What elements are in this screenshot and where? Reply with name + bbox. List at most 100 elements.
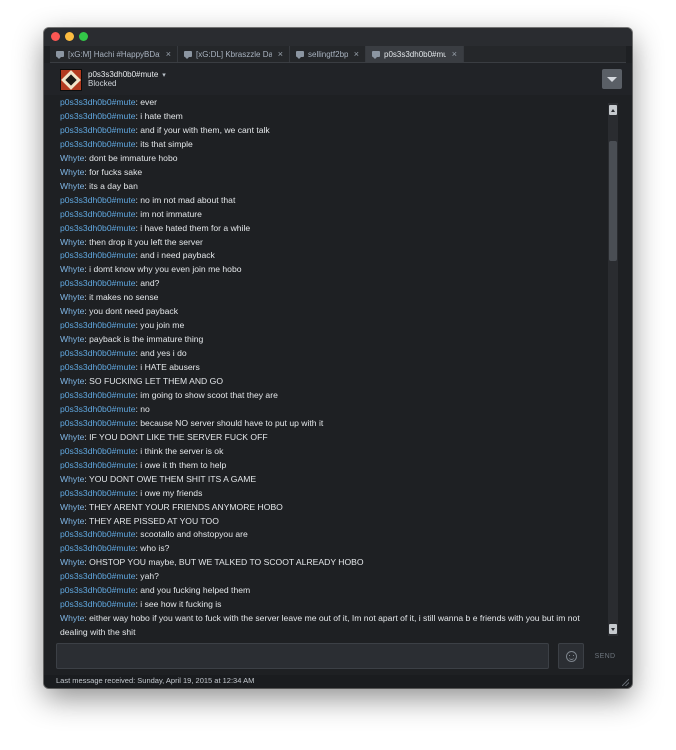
close-tab-icon[interactable]: × xyxy=(354,49,359,59)
message-sender[interactable]: Whyte xyxy=(60,264,84,274)
chat-message: p0s3s3dh0b0#mute: and you fucking helped… xyxy=(60,583,608,597)
chat-message: p0s3s3dh0b0#mute: i HATE abusers xyxy=(60,360,608,374)
chat-message: Whyte: THEY ARENT YOUR FRIENDS ANYMORE H… xyxy=(60,500,608,514)
message-sender[interactable]: p0s3s3dh0b0#mute xyxy=(60,390,136,400)
chat-message: Whyte: THEY ARE PISSED AT YOU TOO xyxy=(60,514,608,528)
emoticon-button[interactable] xyxy=(558,643,584,669)
tab-0[interactable]: [xG:M] Hachi #HappyBDay... × xyxy=(50,46,178,62)
message-sender[interactable]: p0s3s3dh0b0#mute xyxy=(60,250,136,260)
tab-label: [xG:M] Hachi #HappyBDay... xyxy=(68,49,160,59)
maximize-window-button[interactable] xyxy=(79,32,88,41)
message-sender[interactable]: p0s3s3dh0b0#mute xyxy=(60,195,136,205)
message-sender[interactable]: p0s3s3dh0b0#mute xyxy=(60,209,136,219)
message-sender[interactable]: Whyte xyxy=(60,474,84,484)
last-message-timestamp: Last message received: Sunday, April 19,… xyxy=(56,676,255,685)
chat-message: p0s3s3dh0b0#mute: and? xyxy=(60,276,608,290)
message-sender[interactable]: p0s3s3dh0b0#mute xyxy=(60,571,136,581)
message-sender[interactable]: Whyte xyxy=(60,237,84,247)
chat-message: Whyte: IF YOU DONT LIKE THE SERVER FUCK … xyxy=(60,430,608,444)
message-sender[interactable]: Whyte xyxy=(60,502,84,512)
message-sender[interactable]: p0s3s3dh0b0#mute xyxy=(60,320,136,330)
message-sender[interactable]: p0s3s3dh0b0#mute xyxy=(60,418,136,428)
tab-label: p0s3s3dh0b0#mute xyxy=(384,49,446,59)
message-text: IF YOU DONT LIKE THE SERVER FUCK OFF xyxy=(89,431,268,442)
chat-message: p0s3s3dh0b0#mute: im going to show scoot… xyxy=(60,388,608,402)
close-window-button[interactable] xyxy=(51,32,60,41)
message-sender[interactable]: Whyte xyxy=(60,334,84,344)
message-text: you dont need payback xyxy=(89,306,179,317)
scroll-up-button[interactable] xyxy=(609,105,617,115)
message-sender[interactable]: p0s3s3dh0b0#mute xyxy=(60,111,136,121)
message-sender[interactable]: p0s3s3dh0b0#mute xyxy=(60,223,136,233)
minimize-window-button[interactable] xyxy=(65,32,74,41)
chat-message: p0s3s3dh0b0#mute: because NO server shou… xyxy=(60,416,608,430)
tab-2[interactable]: sellingtf2bp × xyxy=(290,46,366,62)
avatar[interactable] xyxy=(60,69,82,91)
chat-message: p0s3s3dh0b0#mute: i see how it fucking i… xyxy=(60,597,608,611)
message-sender[interactable]: p0s3s3dh0b0#mute xyxy=(60,599,136,609)
message-sender[interactable]: Whyte xyxy=(60,376,84,386)
friend-name[interactable]: p0s3s3dh0b0#mute ▾ xyxy=(88,70,166,79)
message-sender[interactable]: p0s3s3dh0b0#mute xyxy=(60,404,136,414)
message-sender[interactable]: p0s3s3dh0b0#mute xyxy=(60,460,136,470)
chat-message: Whyte: you dont need payback xyxy=(60,304,608,318)
message-sender[interactable]: p0s3s3dh0b0#mute xyxy=(60,125,136,135)
tab-3[interactable]: p0s3s3dh0b0#mute × xyxy=(366,46,464,62)
message-sender[interactable]: Whyte xyxy=(60,167,84,177)
message-log: p0s3s3dh0b0#mute: ever p0s3s3dh0b0#mute: … xyxy=(44,95,614,639)
close-tab-icon[interactable]: × xyxy=(278,49,283,59)
message-text: scootallo and ohstopyou are xyxy=(140,529,248,540)
send-button[interactable]: SEND xyxy=(588,643,622,669)
scroll-down-button[interactable] xyxy=(609,624,617,634)
message-sender[interactable]: p0s3s3dh0b0#mute xyxy=(60,488,136,498)
message-text: and? xyxy=(140,278,160,289)
close-tab-icon[interactable]: × xyxy=(452,49,457,59)
message-sender[interactable]: Whyte xyxy=(60,613,84,623)
message-sender[interactable]: Whyte xyxy=(60,292,84,302)
message-sender[interactable]: Whyte xyxy=(60,432,84,442)
message-sender[interactable]: p0s3s3dh0b0#mute xyxy=(60,543,136,553)
message-sender[interactable]: Whyte xyxy=(60,153,84,163)
message-sender[interactable]: p0s3s3dh0b0#mute xyxy=(60,446,136,456)
chat-options-button[interactable] xyxy=(602,69,622,89)
chat-message: Whyte: i domt know why you even join me … xyxy=(60,262,608,276)
chat-message: p0s3s3dh0b0#mute: im not immature xyxy=(60,207,608,221)
message-input[interactable] xyxy=(56,643,549,669)
tab-1[interactable]: [xG:DL] Kbraszzle Dazzle × xyxy=(178,46,290,62)
status-footer: Last message received: Sunday, April 19,… xyxy=(44,675,632,688)
message-text: its a day ban xyxy=(89,180,138,191)
message-sender[interactable]: p0s3s3dh0b0#mute xyxy=(60,97,136,107)
message-text: THEY ARENT YOUR FRIENDS ANYMORE HOBO xyxy=(88,501,283,512)
scroll-thumb[interactable] xyxy=(609,141,617,261)
message-text: no im not mad about that xyxy=(140,194,236,205)
message-text: ever xyxy=(140,97,157,107)
message-text: dont be immature hobo xyxy=(89,152,178,163)
message-sender[interactable]: Whyte xyxy=(60,181,84,191)
tab-label: [xG:DL] Kbraszzle Dazzle xyxy=(196,49,272,59)
chat-message: p0s3s3dh0b0#mute: no xyxy=(60,402,608,416)
message-sender[interactable]: p0s3s3dh0b0#mute xyxy=(60,585,136,595)
chat-message: p0s3s3dh0b0#mute: and yes i do xyxy=(60,346,608,360)
message-sender[interactable]: Whyte xyxy=(60,306,84,316)
message-sender[interactable]: p0s3s3dh0b0#mute xyxy=(60,362,136,372)
message-sender[interactable]: Whyte xyxy=(60,557,84,567)
message-sender[interactable]: Whyte xyxy=(60,516,84,526)
tab-strip: [xG:M] Hachi #HappyBDay... × [xG:DL] Kbras… xyxy=(50,46,626,63)
message-text: and i need payback xyxy=(140,250,215,261)
message-text: it makes no sense xyxy=(89,292,159,303)
resize-grip-icon[interactable] xyxy=(622,679,629,686)
tab-label: sellingtf2bp xyxy=(308,49,348,59)
scrollbar[interactable] xyxy=(608,103,618,636)
chevron-down-icon[interactable]: ▾ xyxy=(162,72,166,79)
message-sender[interactable]: p0s3s3dh0b0#mute xyxy=(60,139,136,149)
close-tab-icon[interactable]: × xyxy=(166,49,171,59)
chat-message: p0s3s3dh0b0#mute: and i need payback xyxy=(60,248,608,262)
chat-message: p0s3s3dh0b0#mute: who is? xyxy=(60,541,608,555)
message-text: SO FUCKING LET THEM AND GO xyxy=(89,376,224,386)
message-text: i domt know why you even join me hobo xyxy=(89,264,242,275)
message-sender[interactable]: p0s3s3dh0b0#mute xyxy=(60,278,136,288)
message-text: then drop it you left the server xyxy=(89,236,203,247)
message-sender[interactable]: p0s3s3dh0b0#mute xyxy=(60,348,136,358)
chat-message: Whyte: it makes no sense xyxy=(60,290,608,304)
message-sender[interactable]: p0s3s3dh0b0#mute xyxy=(60,529,136,539)
